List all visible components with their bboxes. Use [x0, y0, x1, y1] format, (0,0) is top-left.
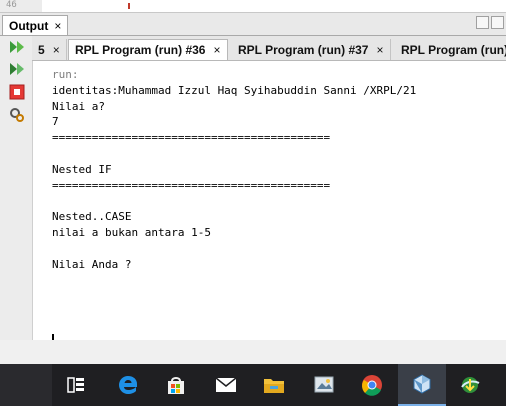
editor-error-mark: [128, 3, 130, 9]
photos-icon[interactable]: [300, 364, 348, 406]
run-tab-close-icon[interactable]: ×: [53, 43, 60, 57]
taskbar-search-area[interactable]: [0, 364, 52, 406]
output-toolbar: [0, 36, 33, 340]
console-line: ========================================…: [52, 178, 331, 192]
run-tab-label: RPL Program (run): [401, 42, 506, 57]
download-manager-icon[interactable]: [446, 364, 494, 406]
run-tab-36[interactable]: RPL Program (run) #36 ×: [68, 39, 228, 60]
console-text: run: identitas:Muhammad Izzul Haq Syihabu…: [52, 67, 416, 272]
output-tab-close-icon[interactable]: ×: [54, 19, 61, 33]
console-line: identitas:Muhammad Izzul Haq Syihabuddin…: [52, 83, 417, 97]
rerun-with-options-icon[interactable]: [9, 61, 25, 77]
line-number: 46: [6, 0, 17, 10]
console-line: run:: [52, 68, 79, 81]
run-tab-label: RPL Program (run) #37: [238, 42, 369, 57]
editor-remnant: 46: [0, 0, 506, 13]
minimize-window-button[interactable]: [476, 16, 489, 29]
console-line: 7: [52, 115, 59, 129]
output-tab-row: Output ×: [0, 13, 506, 36]
rerun-icon[interactable]: [9, 39, 25, 55]
mail-icon[interactable]: [202, 364, 250, 406]
console-line: Nested..CASE: [52, 210, 132, 224]
netbeans-icon[interactable]: [398, 364, 446, 406]
stop-icon[interactable]: [9, 84, 25, 100]
status-gap: [0, 340, 506, 364]
console-line: ========================================…: [52, 131, 331, 145]
window-controls: [476, 16, 504, 29]
run-tab-close-icon[interactable]: ×: [376, 43, 383, 57]
run-tab-label: RPL Program (run) #36: [75, 43, 206, 57]
run-tab-37[interactable]: RPL Program (run) #37 ×: [232, 39, 391, 60]
editor-gutter: 46: [0, 0, 42, 12]
maximize-window-button[interactable]: [491, 16, 504, 29]
run-tab-row: 5 × RPL Program (run) #36 × RPL Program …: [32, 36, 506, 61]
console-line: Nilai a?: [52, 99, 105, 113]
chrome-icon[interactable]: [348, 364, 396, 406]
run-tab-35[interactable]: 5 ×: [32, 39, 67, 60]
file-explorer-icon[interactable]: [250, 364, 298, 406]
console-line: nilai a bukan antara 1-5: [52, 225, 211, 239]
edge-icon[interactable]: [104, 364, 152, 406]
output-tab-label: Output: [9, 18, 49, 33]
taskbar: [0, 364, 506, 406]
console-line: Nested IF: [52, 162, 112, 176]
output-tab[interactable]: Output ×: [2, 15, 69, 35]
console-line: Nilai Anda ?: [52, 257, 132, 271]
console-output[interactable]: run: identitas:Muhammad Izzul Haq Syihabu…: [33, 61, 506, 348]
task-view-icon[interactable]: [52, 364, 100, 406]
store-icon[interactable]: [152, 364, 200, 406]
run-tab-38[interactable]: RPL Program (run): [395, 39, 506, 60]
settings-icon[interactable]: [9, 107, 25, 123]
run-tab-close-icon[interactable]: ×: [213, 43, 220, 57]
run-tab-label: 5: [38, 42, 45, 57]
